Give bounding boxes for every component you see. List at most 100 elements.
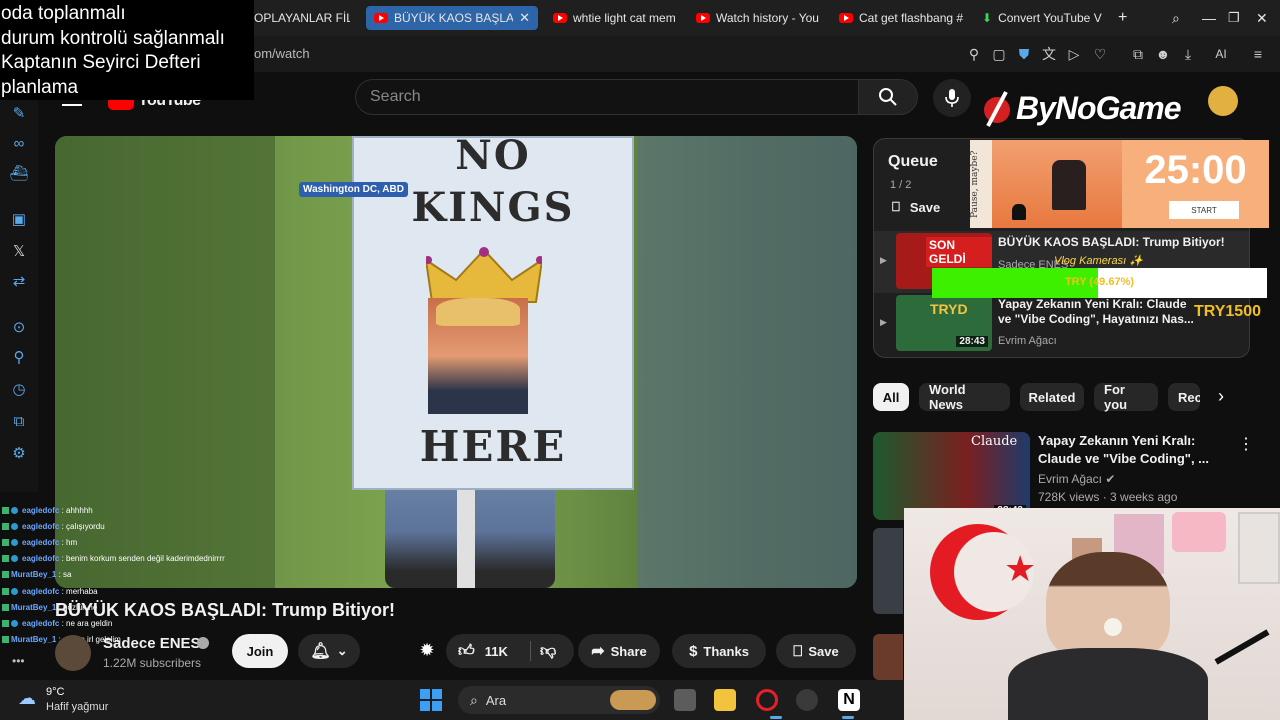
sparkle-icon[interactable]: ✹ [416,640,438,662]
url-field[interactable]: om/watch [254,46,310,61]
save-button[interactable]: ⎕ Save [776,634,856,668]
file-explorer-icon[interactable] [714,689,736,711]
search-icon: ⌕ [470,691,478,708]
channel-name[interactable]: Sadece ENES [103,635,201,652]
window-close-icon[interactable]: ✕ [1256,6,1268,30]
search-tabs-icon[interactable]: ⌕ [1172,6,1180,30]
tab-1[interactable]: OPLAYANLAR FİL [254,6,350,30]
queue-save-button[interactable]: ⎕ Save [892,199,940,215]
more-options-icon[interactable]: ⋮ [1238,434,1254,454]
thumbs-up-icon: 👍︎ [458,642,475,660]
taskbar-search[interactable]: ⌕ Ara [458,686,660,714]
twitch-icon[interactable]: ▣ [9,210,29,230]
youtube-icon [553,13,567,23]
recommendation-meta: 728K views · 3 weeks ago [1038,490,1178,504]
shield-icon[interactable]: ⛊ [1016,46,1032,62]
settings-icon[interactable]: ⚙ [9,444,29,464]
windows-start-icon[interactable] [420,689,442,711]
chat-text: : çalışıyordu [61,522,105,531]
ai-icon[interactable]: AI [1206,46,1236,62]
minimize-icon[interactable]: — [1202,6,1216,30]
extension-icon[interactable]: ⧉ [9,412,29,432]
pomodoro-timer: Pause, maybe? 25:00 START [970,140,1269,228]
search-button[interactable] [858,79,918,115]
join-button[interactable]: Join [232,634,288,668]
play-circle-icon[interactable]: ⊙ [9,318,29,338]
chevron-right-icon[interactable]: › [1218,386,1224,407]
thanks-label: Thanks [703,643,749,659]
share-button[interactable]: ➦ Share [578,634,660,668]
badge-icon [2,571,9,579]
recommendation-channel[interactable]: Evrim Ağacı ✔ [1038,472,1115,486]
recommendation-thumbnail-partial[interactable] [873,528,903,614]
chip-for-you[interactable]: For you [1094,382,1158,412]
link-icon[interactable]: ∞ [9,134,29,154]
tab-active[interactable]: BÜYÜK KAOS BAŞLAD ✕ [366,6,538,30]
pin-icon[interactable]: ⚲ [9,348,29,368]
close-icon[interactable]: ✕ [519,10,530,26]
thumbs-down-icon[interactable]: 👎︎ [540,642,556,661]
like-button[interactable]: 👍︎ 11K 👎︎ [446,634,574,668]
more-icon[interactable]: ••• [12,654,25,668]
new-tab-button[interactable]: + [1118,6,1134,30]
save-label: Save [808,643,839,659]
notion-icon[interactable]: N [838,689,860,711]
chat-message: eagledofc : merhaba [2,587,98,596]
timer-scene-image [992,140,1122,228]
pin-icon[interactable]: ⚲ [966,46,982,62]
chip-related[interactable]: Related [1020,383,1084,411]
screenshot-icon[interactable]: ▢ [991,46,1007,62]
history-icon[interactable]: ◷ [9,380,29,400]
chip-world-news[interactable]: World News [919,382,1010,412]
play-icon[interactable]: ▷ [1066,46,1082,62]
maximize-icon[interactable]: ❐ [1228,6,1240,30]
voice-search-button[interactable] [933,79,971,117]
chip-all[interactable]: All [873,383,909,411]
channel-avatar[interactable] [55,635,91,671]
recommendation-title[interactable]: Yapay Zekanın Yeni Kralı: Claude ve "Vib… [1038,432,1209,468]
tab-4[interactable]: Watch history - You [696,6,822,30]
menu-icon[interactable]: ≡ [1250,46,1266,62]
recommendation-thumbnail-partial[interactable] [873,634,903,680]
queue-item[interactable]: ▶ TRYD 28:43 Yapay Zekanın Yeni Kralı: C… [874,293,1249,357]
start-tile [420,689,430,699]
profile-icon[interactable]: ☻ [1155,46,1171,62]
active-app-indicator [842,716,854,719]
timer-start-label: START [1191,205,1217,215]
bookmark-icon: ⎕ [892,199,900,214]
heart-icon[interactable]: ♡ [1092,46,1108,62]
thumbnail-text: Claude [971,434,1018,449]
cloud-rain-icon: ☁ [18,688,36,708]
tab-6[interactable]: ⬇ Convert YouTube V [982,6,1106,30]
thumbnail-text: SON GELDİ [926,237,992,267]
sign-text-here: HERE [419,422,567,471]
search-input[interactable]: Search [355,79,859,115]
download-icon[interactable]: ⤓ [1180,46,1196,62]
chat-nick: MuratBey_1 [11,570,57,579]
translate-icon[interactable]: ⇄ [9,272,29,292]
sign-text-no: NO [455,136,531,179]
chat-text: : benim korkum senden değil kaderimdedni… [61,554,225,563]
turkish-flag-star: ★ [1004,548,1037,589]
opera-icon[interactable] [756,689,778,711]
tab-5[interactable]: Cat get flashbang # [839,6,965,30]
queue-save-label: Save [909,199,941,215]
thanks-button[interactable]: $ Thanks [672,634,766,668]
chip-recent[interactable]: Rec [1168,383,1200,411]
avatar[interactable] [1208,86,1238,116]
tab-label: BÜYÜK KAOS BAŞLAD [394,11,514,25]
translate-icon[interactable]: 文 [1041,46,1057,62]
extensions-icon[interactable]: ⧉ [1130,46,1146,62]
timer-start-button[interactable]: START [1169,201,1239,219]
tab-label: Watch history - You [716,11,819,25]
task-view-icon[interactable] [674,689,696,711]
search-highlight-image [610,690,656,710]
x-icon[interactable]: 𝕏 [9,242,29,262]
notifications-button[interactable]: 🔔︎ ⌄ [298,634,360,668]
boat-icon[interactable]: ⛴ [9,164,29,184]
obs-icon[interactable] [796,689,818,711]
pen-icon[interactable]: ✎ [9,104,29,124]
recommendation-thumbnail[interactable]: Claude 28:43 [873,432,1030,520]
tab-3[interactable]: whtie light cat mem [553,6,681,30]
location-label: Washington DC, ABD [299,182,408,197]
